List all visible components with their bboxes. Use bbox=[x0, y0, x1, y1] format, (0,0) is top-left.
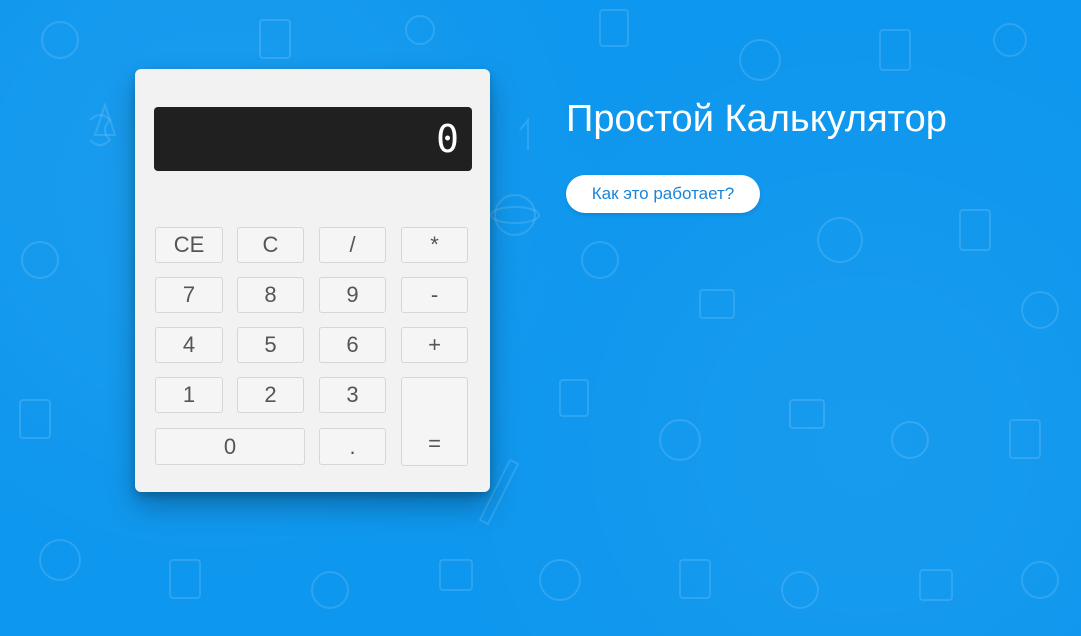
digit-4-button[interactable]: 4 bbox=[155, 327, 223, 363]
divide-button[interactable]: / bbox=[319, 227, 386, 263]
digit-2-button[interactable]: 2 bbox=[237, 377, 304, 413]
digit-5-button[interactable]: 5 bbox=[237, 327, 304, 363]
digit-7-button[interactable]: 7 bbox=[155, 277, 223, 313]
digit-1-button[interactable]: 1 bbox=[155, 377, 223, 413]
page-title: Простой Калькулятор bbox=[566, 98, 947, 140]
clear-button[interactable]: C bbox=[237, 227, 304, 263]
plus-button[interactable]: + bbox=[401, 327, 468, 363]
digit-6-button[interactable]: 6 bbox=[319, 327, 386, 363]
calculator: 0 CE C / * 7 8 9 - 4 5 6 + 1 2 3 = 0 . bbox=[135, 69, 490, 492]
digit-3-button[interactable]: 3 bbox=[319, 377, 386, 413]
digit-9-button[interactable]: 9 bbox=[319, 277, 386, 313]
minus-button[interactable]: - bbox=[401, 277, 468, 313]
multiply-button[interactable]: * bbox=[401, 227, 468, 263]
clear-entry-button[interactable]: CE bbox=[155, 227, 223, 263]
digit-0-button[interactable]: 0 bbox=[155, 428, 305, 465]
calculator-display: 0 bbox=[154, 107, 472, 171]
digit-8-button[interactable]: 8 bbox=[237, 277, 304, 313]
decimal-point-button[interactable]: . bbox=[319, 428, 386, 465]
equals-button[interactable]: = bbox=[401, 377, 468, 466]
how-it-works-button[interactable]: Как это работает? bbox=[566, 175, 760, 213]
display-value: 0 bbox=[436, 117, 460, 161]
